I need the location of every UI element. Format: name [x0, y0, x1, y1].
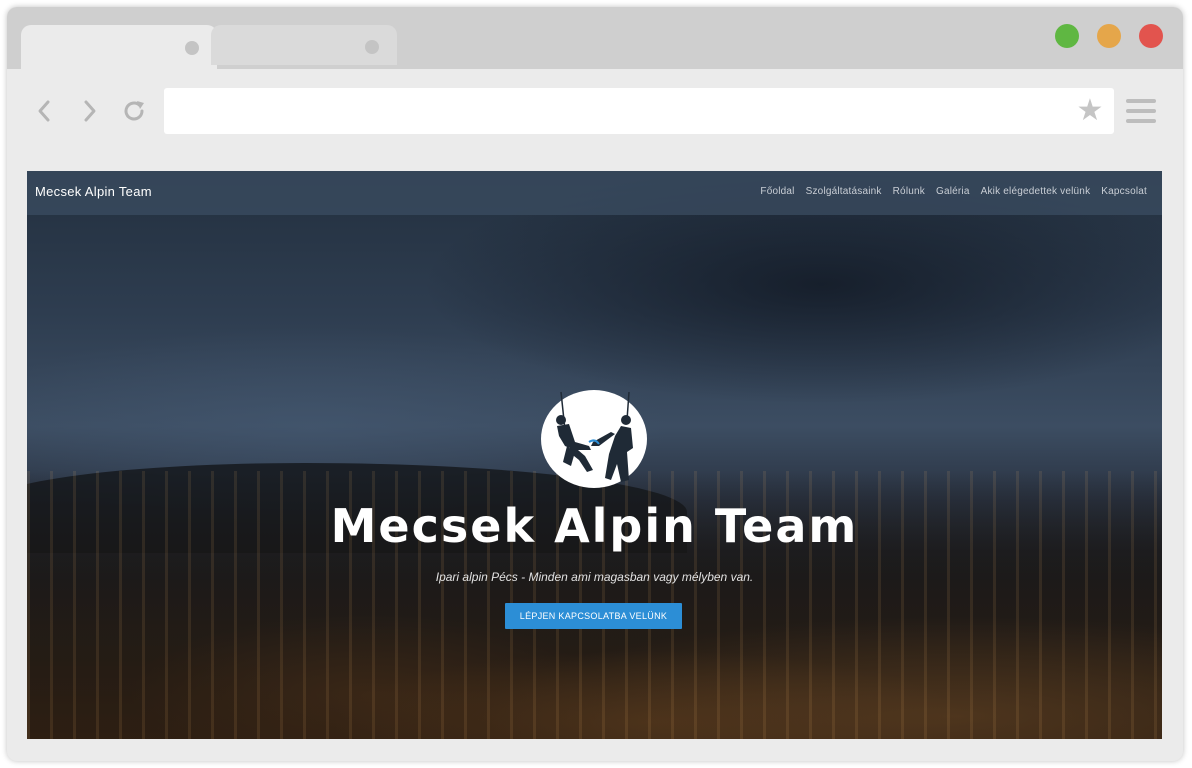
page-viewport: Mecsek Alpin Team Főoldal Szolgáltatásai… — [27, 171, 1162, 739]
nav-link-fooldal[interactable]: Főoldal — [760, 186, 794, 197]
nav-link-akik-elegedettek[interactable]: Akik elégedettek velünk — [981, 186, 1091, 197]
nav-links: Főoldal Szolgáltatásaink Rólunk Galéria … — [760, 186, 1147, 197]
site-navbar: Mecsek Alpin Team Főoldal Szolgáltatásai… — [27, 171, 1162, 215]
browser-window: ★ Mecsek Alpin Team Főoldal Szolgáltatás… — [7, 7, 1183, 761]
address-bar[interactable] — [164, 88, 1114, 134]
menu-icon[interactable] — [1126, 99, 1156, 123]
hero-subtitle: Ipari alpin Pécs - Minden ami magasban v… — [435, 570, 754, 584]
nav-link-kapcsolat[interactable]: Kapcsolat — [1101, 186, 1147, 197]
tab-close-icon[interactable] — [365, 40, 379, 54]
climbers-logo-icon — [541, 390, 647, 488]
back-arrow-icon[interactable] — [31, 97, 59, 125]
nav-link-szolgaltatasaink[interactable]: Szolgáltatásaink — [806, 186, 882, 197]
contact-us-button[interactable]: LÉPJEN KAPCSOLATBA VELÜNK — [505, 603, 682, 629]
nav-link-galeria[interactable]: Galéria — [936, 186, 970, 197]
site-brand[interactable]: Mecsek Alpin Team — [35, 184, 152, 199]
maximize-button[interactable] — [1055, 24, 1079, 48]
minimize-button[interactable] — [1097, 24, 1121, 48]
bookmark-star-icon[interactable]: ★ — [1075, 96, 1105, 126]
hero-title: Mecsek Alpin Team — [330, 499, 859, 553]
close-button[interactable] — [1139, 24, 1163, 48]
tab-active[interactable] — [21, 25, 217, 69]
nav-link-rolunk[interactable]: Rólunk — [893, 186, 925, 197]
tab-close-icon[interactable] — [185, 41, 199, 55]
forward-arrow-icon[interactable] — [75, 97, 103, 125]
reload-icon[interactable] — [120, 97, 148, 125]
tab-bar — [7, 7, 1183, 69]
tab-inactive[interactable] — [211, 25, 397, 65]
toolbar: ★ — [7, 69, 1183, 157]
